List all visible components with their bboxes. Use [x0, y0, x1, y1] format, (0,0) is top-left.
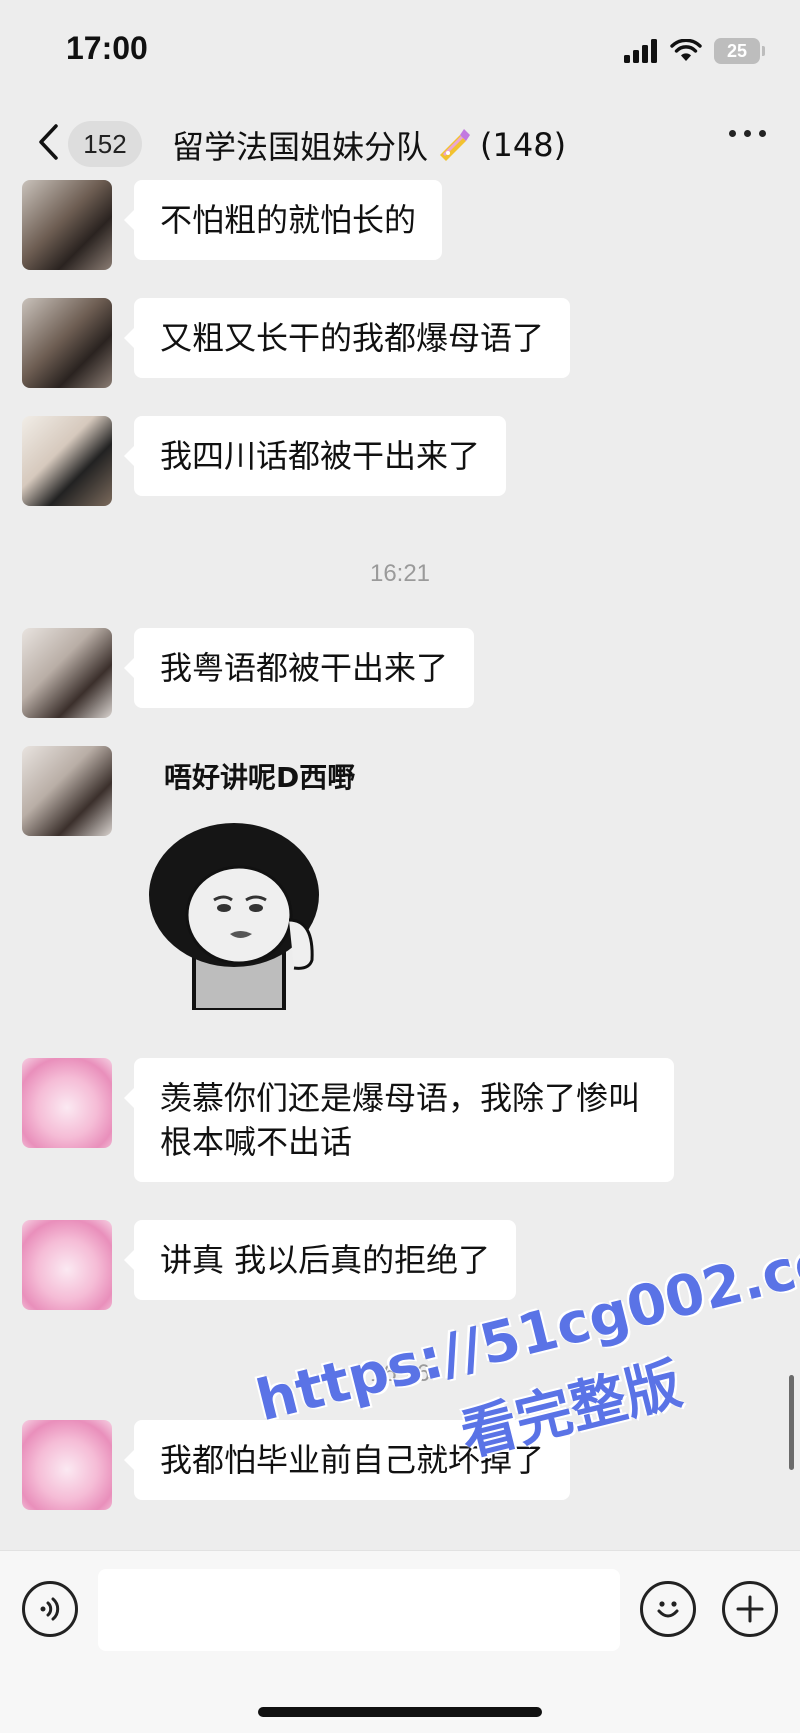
- message-bubble[interactable]: 羡慕你们还是爆母语，我除了惨叫根本喊不出话: [124, 1058, 674, 1182]
- chevron-left-icon: [39, 124, 58, 160]
- emoji-icon: [657, 1601, 679, 1618]
- unread-count-badge[interactable]: 152: [68, 121, 142, 167]
- wifi-icon: [670, 39, 702, 61]
- emoji-button[interactable]: [640, 1581, 696, 1637]
- avatar[interactable]: [22, 180, 112, 270]
- back-button[interactable]: [28, 120, 68, 164]
- input-bar: [0, 1550, 800, 1733]
- more-button[interactable]: [729, 130, 766, 137]
- plus-button[interactable]: [722, 1581, 778, 1637]
- status-bar: 17:00 25: [0, 0, 800, 100]
- message-row: 羡慕你们还是爆母语，我除了惨叫根本喊不出话: [22, 1058, 674, 1182]
- message-bubble[interactable]: 我四川话都被干出来了: [123, 416, 507, 496]
- avatar[interactable]: [22, 628, 112, 718]
- message-row: 我都怕毕业前自己就坏掉了: [22, 1420, 571, 1510]
- chat-area[interactable]: 不怕粗的就怕长的 又粗又长干的我都爆母语了 我四川话都被干出来了 16:21 我…: [0, 180, 800, 1550]
- message-bubble[interactable]: 讲真 我以后真的拒绝了: [123, 1220, 517, 1300]
- message-row: [22, 746, 112, 836]
- timestamp: 16:26: [369, 1360, 431, 1387]
- plus-icon: [736, 1595, 764, 1623]
- home-indicator: [258, 1707, 542, 1717]
- signal-icon: [624, 39, 657, 63]
- voice-icon: [40, 1597, 60, 1621]
- message-bubble[interactable]: 不怕粗的就怕长的: [123, 180, 443, 260]
- timestamp: 16:21: [369, 560, 431, 587]
- scrollbar[interactable]: [789, 1375, 794, 1470]
- message-row: 我粤语都被干出来了: [22, 628, 475, 718]
- sticker-message[interactable]: 唔好讲呢D西嘢: [134, 756, 355, 1010]
- chat-title: 留学法国姐妹分队 (148): [172, 122, 566, 168]
- meme-sticker-image: [149, 823, 319, 1010]
- message-row: 又粗又长干的我都爆母语了: [22, 298, 571, 388]
- nav-bar: 152 留学法国姐妹分队 (148): [0, 100, 800, 190]
- avatar[interactable]: [22, 1058, 112, 1148]
- message-bubble[interactable]: 我都怕毕业前自己就坏掉了: [123, 1420, 571, 1500]
- avatar[interactable]: [22, 1420, 112, 1510]
- avatar[interactable]: [22, 1220, 112, 1310]
- avatar[interactable]: [22, 746, 112, 836]
- chat-title-text: 留学法国姐妹分队: [172, 128, 429, 166]
- sticker-caption: 唔好讲呢D西嘢: [164, 761, 356, 794]
- status-icons: 25: [624, 36, 765, 66]
- voice-button[interactable]: [22, 1581, 78, 1637]
- nail-polish-emoji-icon: [440, 129, 471, 161]
- member-count: (148): [480, 126, 567, 164]
- message-row: 不怕粗的就怕长的: [22, 180, 443, 270]
- message-bubble[interactable]: 我粤语都被干出来了: [123, 628, 475, 708]
- message-input[interactable]: [98, 1569, 620, 1651]
- message-row: 我四川话都被干出来了: [22, 416, 507, 506]
- message-row: 讲真 我以后真的拒绝了: [22, 1220, 517, 1310]
- message-bubble[interactable]: 又粗又长干的我都爆母语了: [123, 298, 571, 378]
- avatar[interactable]: [22, 298, 112, 388]
- avatar[interactable]: [22, 416, 112, 506]
- battery-indicator: 25: [714, 38, 765, 64]
- more-dot: [729, 130, 736, 137]
- more-dot: [759, 130, 766, 137]
- more-dot: [744, 130, 751, 137]
- status-time: 17:00: [66, 30, 148, 66]
